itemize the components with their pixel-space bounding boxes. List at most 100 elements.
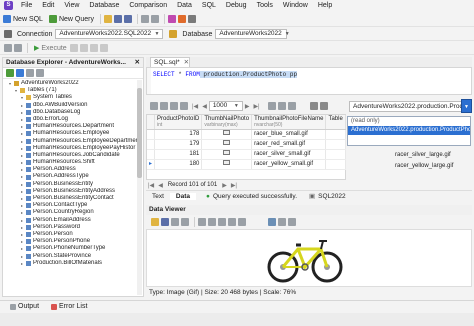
nav-prev-icon[interactable]: ◀ xyxy=(158,182,163,189)
tree-item[interactable]: ▸ Person.BusinessEntityContact xyxy=(3,195,143,202)
plan-icon[interactable] xyxy=(99,44,108,52)
photo-id-cell[interactable]: 180 xyxy=(154,159,203,170)
copy-icon[interactable] xyxy=(171,218,179,226)
tree-item[interactable]: ▸ Person.Password xyxy=(3,224,143,231)
dropdown-option[interactable]: (read only) xyxy=(348,117,470,126)
tree-item[interactable]: ▸ HumanResources.EmployeeDepartment xyxy=(3,138,143,145)
new-sql-button[interactable]: New SQL xyxy=(0,13,46,26)
tree-item[interactable]: ▸ Person.Person xyxy=(3,231,143,238)
tree-item[interactable]: ▸ Person.BusinessEntityAddress xyxy=(3,188,143,195)
sync-icon[interactable] xyxy=(177,15,186,23)
menu-tools[interactable]: Tools xyxy=(252,0,278,11)
tree-item[interactable]: ▸ Person.Address xyxy=(3,166,143,173)
menu-edit[interactable]: Edit xyxy=(37,0,59,11)
step-icon[interactable] xyxy=(79,44,88,52)
file-name-cell[interactable]: racer_red_small.gif xyxy=(251,139,327,150)
hex-view-icon[interactable] xyxy=(278,218,286,226)
tree-item[interactable]: ▸ HumanResources.Shift xyxy=(3,159,143,166)
column-header[interactable]: ProductPhotoID int xyxy=(154,115,203,130)
table-row[interactable]: ▸ 180 racer_yellow_small.gif xyxy=(147,159,346,170)
zoom-in-icon[interactable] xyxy=(198,218,206,226)
menu-view[interactable]: View xyxy=(59,0,84,11)
format-icon[interactable] xyxy=(14,44,22,52)
row-indicator[interactable] xyxy=(147,139,155,150)
extra-file-cell[interactable]: racer_yellow_large.gif xyxy=(395,163,453,169)
debug-icon[interactable] xyxy=(89,44,98,52)
grid-toolbar-icon[interactable] xyxy=(287,102,296,110)
tree-item[interactable]: ▸ HumanResources.Department xyxy=(3,123,143,130)
menu-data[interactable]: Data xyxy=(172,0,197,11)
menu-sql[interactable]: SQL xyxy=(197,0,221,11)
tree-item[interactable]: ▸ Person.PhoneNumberType xyxy=(3,245,143,252)
table-cell[interactable] xyxy=(325,129,346,140)
close-icon[interactable]: ✕ xyxy=(184,59,189,66)
table-cell[interactable] xyxy=(325,139,346,150)
app-logo-icon[interactable]: S xyxy=(4,1,13,10)
tree-item[interactable]: ▾ AdventureWorks2022 xyxy=(3,80,143,87)
stretch-icon[interactable] xyxy=(238,218,246,226)
tree-item[interactable]: ▸ Person.EmailAddress xyxy=(3,217,143,224)
collapse-icon[interactable] xyxy=(36,69,44,77)
thumbnail-cell[interactable] xyxy=(201,139,253,150)
tree-item[interactable]: ▸ dbo.AWBuildVersion xyxy=(3,102,143,109)
grid-view-icon[interactable] xyxy=(309,102,318,110)
save-icon[interactable] xyxy=(161,218,169,226)
refresh-icon[interactable] xyxy=(16,69,24,77)
grid-toolbar-icon[interactable] xyxy=(267,102,276,110)
menu-debug[interactable]: Debug xyxy=(221,0,252,11)
tab-sql[interactable]: SQL.sql* ✕ xyxy=(150,57,190,67)
text-view-icon[interactable] xyxy=(288,218,296,226)
fit-icon[interactable] xyxy=(218,218,226,226)
menu-window[interactable]: Window xyxy=(278,0,313,11)
tree-item[interactable]: ▾ Tables (71) xyxy=(3,87,143,94)
tree-item[interactable]: ▸ Person.ContactType xyxy=(3,202,143,209)
extra-file-cell[interactable]: racer_silver_large.gif xyxy=(395,152,451,158)
table-row[interactable]: 179 racer_red_small.gif xyxy=(147,139,346,150)
prev-page-icon[interactable]: ◀ xyxy=(202,103,207,110)
connection-select[interactable]: AdventureWorks2022.SQL2022 ▼ xyxy=(55,29,164,39)
grid-toolbar-icon[interactable] xyxy=(277,102,286,110)
image-view-icon[interactable] xyxy=(268,218,276,226)
row-indicator[interactable]: ▸ xyxy=(147,159,155,170)
tree-item[interactable]: ▸ Person.StateProvince xyxy=(3,253,143,260)
explorer-scrollbar[interactable] xyxy=(137,80,142,295)
save-all-icon[interactable] xyxy=(123,15,132,23)
error-list-tab[interactable]: Error List xyxy=(45,303,93,310)
scrollbar-thumb[interactable] xyxy=(137,88,142,178)
dropdown-option-selected[interactable]: AdventureWorks2022.production.ProductPho… xyxy=(348,126,470,135)
tree-item[interactable]: ▸ Person.BusinessEntity xyxy=(3,181,143,188)
table-row[interactable]: 178 racer_blue_small.gif xyxy=(147,129,346,140)
zoom-out-icon[interactable] xyxy=(208,218,216,226)
compare-icon[interactable] xyxy=(167,15,176,23)
execute-button[interactable]: ▶ Execute xyxy=(31,42,70,55)
tree-item[interactable]: ▸ dbo.ErrorLog xyxy=(3,116,143,123)
menu-database[interactable]: Database xyxy=(84,0,124,11)
first-page-icon[interactable]: |◀ xyxy=(192,103,198,110)
sql-line[interactable]: SELECT * FROM production.ProductPhoto pp xyxy=(153,71,298,78)
report-icon[interactable] xyxy=(187,15,196,23)
tree-item[interactable]: ▸ Person.CountryRegion xyxy=(3,209,143,216)
row-indicator[interactable] xyxy=(147,129,155,140)
open-icon[interactable] xyxy=(151,218,159,226)
next-page-icon[interactable]: ▶ xyxy=(245,103,250,110)
grid-toolbar-icon[interactable] xyxy=(170,102,178,110)
tree-item[interactable]: ▸ Person.PersonPhone xyxy=(3,238,143,245)
sql-editor[interactable]: SELECT * FROM production.ProductPhoto pp xyxy=(146,67,472,95)
new-query-button[interactable]: New Query xyxy=(46,13,97,26)
menu-file[interactable]: File xyxy=(16,0,37,11)
row-indicator[interactable] xyxy=(147,149,155,160)
page-size-select[interactable]: 1000 ▼ xyxy=(208,101,243,111)
grid-toolbar-icon[interactable] xyxy=(150,102,158,110)
photo-id-cell[interactable]: 179 xyxy=(154,139,203,150)
output-tab[interactable]: Output xyxy=(4,303,45,310)
open-folder-icon[interactable] xyxy=(103,15,112,23)
thumbnail-cell[interactable] xyxy=(201,149,253,160)
redo-icon[interactable] xyxy=(150,15,159,23)
save-icon[interactable] xyxy=(113,15,122,23)
card-view-icon[interactable] xyxy=(319,102,328,110)
new-connection-icon[interactable] xyxy=(6,69,14,77)
table-row[interactable]: 181 racer_silver_small.gif xyxy=(147,149,346,160)
paste-icon[interactable] xyxy=(181,218,189,226)
file-name-cell[interactable]: racer_silver_small.gif xyxy=(251,149,327,160)
file-name-cell[interactable]: racer_yellow_small.gif xyxy=(251,159,327,170)
